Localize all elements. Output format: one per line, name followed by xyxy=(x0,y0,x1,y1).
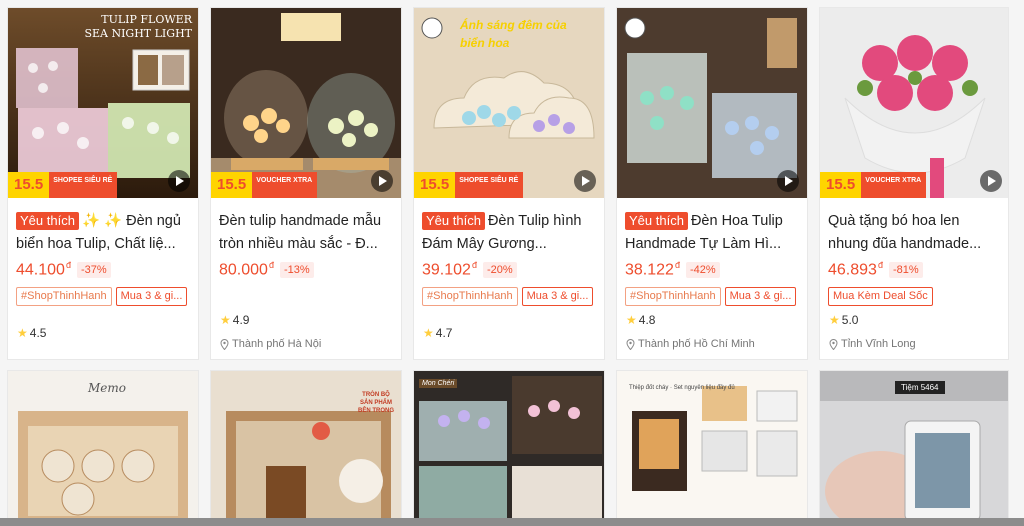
discount-badge: -42% xyxy=(685,261,720,278)
overlay-title: Mon Chéri xyxy=(419,379,458,388)
price-row: 38.122đ -42% xyxy=(617,260,807,279)
product-location: Thành phố Hồ Chí Minh xyxy=(626,338,755,350)
product-card[interactable]: TRÒN BỘ SẢN PHẨM BÊN TRONG xyxy=(210,370,402,526)
product-card[interactable]: Ánh sáng đêm của biển hoa 15.5 SHOPEE SI… xyxy=(413,7,605,360)
star-icon: ★ xyxy=(829,313,840,327)
product-card[interactable]: Yêu thích Đèn Hoa Tulip Handmade Tự Làm H… xyxy=(616,7,808,360)
star-icon: ★ xyxy=(17,326,28,340)
product-rating: ★ 4.5 xyxy=(17,326,47,340)
product-rating: ★ 5.0 xyxy=(829,313,859,327)
product-location: Tỉnh Vĩnh Long xyxy=(829,338,916,350)
product-price: 46.893đ xyxy=(828,260,883,279)
discount-badge: -13% xyxy=(279,261,314,278)
hashtag-badge: #ShopThinhHanh xyxy=(16,287,112,307)
play-video-icon[interactable] xyxy=(777,170,799,192)
overlay-title: Tiệm 5464 xyxy=(895,381,945,394)
product-image[interactable] xyxy=(617,8,807,198)
product-photo xyxy=(414,371,604,525)
favorite-badge: Yêu thích xyxy=(625,212,688,230)
product-photo xyxy=(617,8,807,198)
location-pin-icon xyxy=(626,338,635,350)
product-price: 38.122đ xyxy=(625,260,680,279)
product-title[interactable]: Yêu thích Đèn Tulip hình Đám Mây Gương... xyxy=(414,210,604,258)
play-video-icon[interactable] xyxy=(574,170,596,192)
deal-badge: Mua Kèm Deal Sốc xyxy=(828,287,933,307)
location-pin-icon xyxy=(220,338,229,350)
product-card[interactable]: 15.5 VOUCHER XTRA Đèn tulip handmade mẫu… xyxy=(210,7,402,360)
product-title[interactable]: Đèn tulip handmade mẫu tròn nhiều màu sắ… xyxy=(211,210,401,258)
play-video-icon[interactable] xyxy=(371,170,393,192)
discount-badge: -81% xyxy=(888,261,923,278)
hashtag-badge: #ShopThinhHanh xyxy=(422,287,518,307)
product-title[interactable]: Yêu thích Đèn Hoa Tulip Handmade Tự Làm H… xyxy=(617,210,807,258)
product-card[interactable]: Thiệp đốt cháy · Set nguyên liệu đầy đủ xyxy=(616,370,808,526)
play-video-icon[interactable] xyxy=(168,170,190,192)
promo-badge: 15.5 SHOPEE SIÊU RẺ xyxy=(414,172,524,198)
favorite-badge: Yêu thích xyxy=(422,212,485,230)
product-rating: ★ 4.9 xyxy=(220,313,250,327)
product-location: Thành phố Hà Nội xyxy=(220,338,321,350)
product-image[interactable]: 15.5 VOUCHER XTRA xyxy=(820,8,1008,198)
star-icon: ★ xyxy=(220,313,231,327)
price-row: 44.100đ -37% xyxy=(8,260,198,279)
price-row: 39.102đ -20% xyxy=(414,260,604,279)
discount-badge: -37% xyxy=(76,261,111,278)
star-icon: ★ xyxy=(423,326,434,340)
price-row: 46.893đ -81% xyxy=(820,260,1008,279)
product-card[interactable]: 15.5 VOUCHER XTRA Quà tặng bó hoa len nh… xyxy=(819,7,1009,360)
product-image[interactable]: TULIP FLOWER SEA NIGHT LIGHT 15.5 SHOPEE… xyxy=(8,8,198,198)
product-price: 80.000đ xyxy=(219,260,274,279)
product-image[interactable]: Ánh sáng đêm của biển hoa 15.5 SHOPEE SI… xyxy=(414,8,604,198)
product-title[interactable]: Yêu thích ✨ ✨ Đèn ngủ biển hoa Tulip, Chấ… xyxy=(8,210,198,258)
product-photo xyxy=(820,8,1008,198)
overlay-title: Memo xyxy=(88,381,126,395)
product-card[interactable]: Mon Chéri xyxy=(413,370,605,526)
location-pin-icon xyxy=(829,338,838,350)
deal-badge: Mua 3 & gi... xyxy=(521,287,594,307)
product-photo xyxy=(820,371,1008,525)
overlay-title: TULIP FLOWER SEA NIGHT LIGHT xyxy=(84,13,192,40)
product-photo xyxy=(211,8,401,198)
promo-badge: 15.5 VOUCHER XTRA xyxy=(211,172,318,198)
product-card[interactable]: Tiệm 5464 xyxy=(819,370,1009,526)
overlay-title: Thiệp đốt cháy · Set nguyên liệu đầy đủ xyxy=(629,385,735,391)
star-icon: ★ xyxy=(626,313,637,327)
favorite-badge: Yêu thích xyxy=(16,212,79,230)
product-grid: TULIP FLOWER SEA NIGHT LIGHT 15.5 SHOPEE… xyxy=(0,0,1024,526)
product-price: 39.102đ xyxy=(422,260,477,279)
horizontal-scrollbar[interactable] xyxy=(0,518,1024,526)
product-image[interactable]: 15.5 VOUCHER XTRA xyxy=(211,8,401,198)
product-tags: #ShopThinhHanh Mua 3 & gi... xyxy=(414,287,604,307)
product-rating: ★ 4.7 xyxy=(423,326,453,340)
product-tags: #ShopThinhHanh Mua 3 & gi... xyxy=(8,287,198,307)
promo-badge: 15.5 VOUCHER XTRA xyxy=(820,172,927,198)
product-card[interactable]: Memo xyxy=(7,370,199,526)
product-tags: #ShopThinhHanh Mua 3 & gi... xyxy=(617,287,807,307)
overlay-title: Ánh sáng đêm của biển hoa xyxy=(460,18,567,50)
product-rating: ★ 4.8 xyxy=(626,313,656,327)
discount-badge: -20% xyxy=(482,261,517,278)
deal-badge: Mua 3 & gi... xyxy=(724,287,797,307)
overlay-title: TRÒN BỘ SẢN PHẨM BÊN TRONG xyxy=(358,392,394,414)
product-tags: Mua Kèm Deal Sốc xyxy=(820,287,1008,307)
price-row: 80.000đ -13% xyxy=(211,260,401,279)
deal-badge: Mua 3 & gi... xyxy=(115,287,188,307)
product-photo xyxy=(617,371,807,525)
play-video-icon[interactable] xyxy=(980,170,1002,192)
product-price: 44.100đ xyxy=(16,260,71,279)
product-card[interactable]: TULIP FLOWER SEA NIGHT LIGHT 15.5 SHOPEE… xyxy=(7,7,199,360)
product-title[interactable]: Quà tặng bó hoa len nhung đũa handmade..… xyxy=(820,210,1008,258)
hashtag-badge: #ShopThinhHanh xyxy=(625,287,721,307)
promo-badge: 15.5 SHOPEE SIÊU RẺ xyxy=(8,172,118,198)
